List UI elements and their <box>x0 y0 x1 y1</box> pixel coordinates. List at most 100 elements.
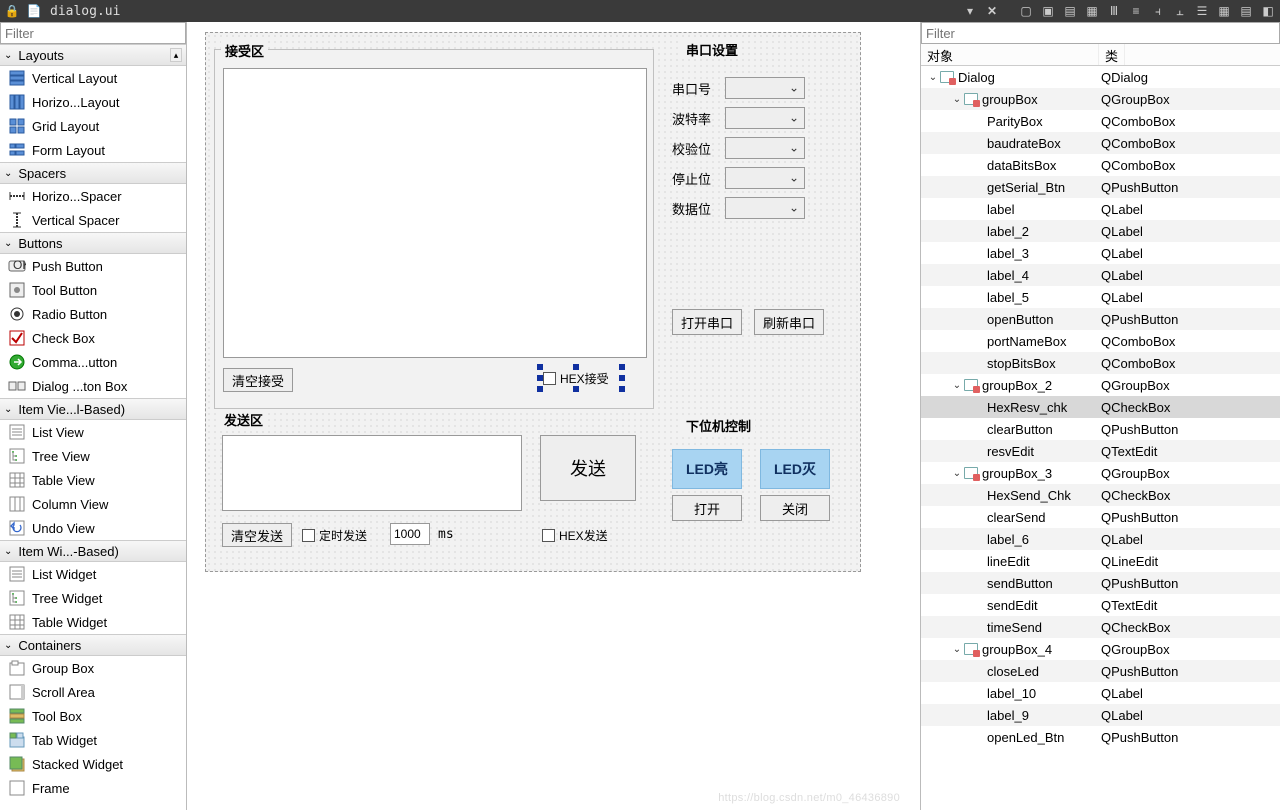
widget-section-header[interactable]: ⌄Item Wi...-Based) <box>0 540 186 562</box>
widget-section-header[interactable]: ⌄Item Vie...l-Based) <box>0 398 186 420</box>
clear-receive-button[interactable]: 清空接受 <box>223 368 293 392</box>
widget-item-label: Tree View <box>32 449 90 464</box>
receive-textedit[interactable] <box>223 68 647 358</box>
hlayout-icon <box>8 93 26 111</box>
widget-item[interactable]: List View <box>0 420 186 444</box>
widget-item[interactable]: Group Box <box>0 656 186 680</box>
baud-combobox[interactable] <box>725 107 805 129</box>
widget-item[interactable]: Check Box <box>0 326 186 350</box>
widget-item[interactable]: Tab Widget <box>0 728 186 752</box>
close-tool-icon[interactable]: ✕ <box>984 3 1000 19</box>
class-name: QComboBox <box>1099 334 1280 349</box>
widget-section-header[interactable]: ⌄Spacers <box>0 162 186 184</box>
stop-combobox[interactable] <box>725 167 805 189</box>
timer-send-checkbox[interactable]: 定时发送 <box>302 527 367 544</box>
stop-label: 停止位 <box>672 169 711 188</box>
send-textedit[interactable] <box>222 435 522 511</box>
hex-receive-checkbox[interactable]: HEX接受 <box>543 370 609 387</box>
widget-item[interactable]: Table View <box>0 468 186 492</box>
widget-item[interactable]: Radio Button <box>0 302 186 326</box>
class-name: QPushButton <box>1099 422 1280 437</box>
scroll-up-icon[interactable]: ▴ <box>170 48 182 62</box>
widgetbox-filter-input[interactable] <box>0 22 186 44</box>
widget-item[interactable]: Dialog ...ton Box <box>0 374 186 398</box>
class-name: QComboBox <box>1099 136 1280 151</box>
tool-icon[interactable]: ⫠ <box>1172 3 1188 19</box>
widget-item[interactable]: Tree View <box>0 444 186 468</box>
send-button[interactable]: 发送 <box>540 435 636 501</box>
groupbox-receive[interactable]: 接受区 清空接受 HEX接受 <box>214 49 654 409</box>
class-name: QLabel <box>1099 708 1280 723</box>
widget-item[interactable]: Stacked Widget <box>0 752 186 776</box>
data-combobox[interactable] <box>725 197 805 219</box>
class-name: QTextEdit <box>1099 444 1280 459</box>
widget-item[interactable]: Frame <box>0 776 186 800</box>
check-icon <box>8 329 26 347</box>
open-led-button[interactable]: 打开 <box>672 495 742 521</box>
tool-icon[interactable]: ▢ <box>1018 3 1034 19</box>
grid-icon <box>8 117 26 135</box>
class-name: QDialog <box>1099 70 1280 85</box>
tool-icon[interactable]: ⫞ <box>1150 3 1166 19</box>
timer-ms-input[interactable]: 1000 <box>390 523 430 545</box>
widget-item-label: Frame <box>32 781 70 796</box>
widget-item[interactable]: Vertical Spacer <box>0 208 186 232</box>
class-name: QCheckBox <box>1099 400 1280 415</box>
widget-icon <box>963 642 979 656</box>
widget-item[interactable]: Horizo...Spacer <box>0 184 186 208</box>
widget-item[interactable]: Vertical Layout <box>0 66 186 90</box>
widget-item-label: List View <box>32 425 84 440</box>
refresh-serial-button[interactable]: 刷新串口 <box>754 309 824 335</box>
class-name: QPushButton <box>1099 730 1280 745</box>
tool-icon[interactable]: Ⅲ <box>1106 3 1122 19</box>
tool-icon[interactable]: ▤ <box>1238 3 1254 19</box>
widget-item[interactable]: Scroll Area <box>0 680 186 704</box>
widget-item[interactable]: Table Widget <box>0 610 186 634</box>
widget-item-label: Radio Button <box>32 307 107 322</box>
form-designer-canvas[interactable]: 接受区 清空接受 HEX接受 <box>187 22 920 810</box>
class-name: QGroupBox <box>1099 466 1280 481</box>
hex-send-checkbox[interactable]: HEX发送 <box>542 527 608 544</box>
tool-icon[interactable]: ☰ <box>1194 3 1210 19</box>
widget-item[interactable]: Form Layout <box>0 138 186 162</box>
tool-icon[interactable]: ▤ <box>1062 3 1078 19</box>
widget-item[interactable]: List Widget <box>0 562 186 586</box>
groupbox-serial[interactable]: 串口设置 串口号 波特率 校验位 <box>668 49 846 357</box>
data-label: 数据位 <box>672 199 711 218</box>
tool-icon[interactable]: ◧ <box>1260 3 1276 19</box>
parity-combobox[interactable] <box>725 137 805 159</box>
tool-icon[interactable]: ▣ <box>1040 3 1056 19</box>
undov-icon <box>8 519 26 537</box>
dialog-form[interactable]: 接受区 清空接受 HEX接受 <box>205 32 861 572</box>
widget-item[interactable]: Undo View <box>0 516 186 540</box>
widget-section-header[interactable]: ⌄Layouts▴ <box>0 44 186 66</box>
widget-item[interactable]: Horizo...Layout <box>0 90 186 114</box>
chevron-down-icon: ⌄ <box>4 404 12 415</box>
pushbtn-icon: OK <box>8 257 26 275</box>
widget-section-header[interactable]: ⌄Buttons <box>0 232 186 254</box>
class-name: QLabel <box>1099 290 1280 305</box>
widget-section-header[interactable]: ⌄Containers <box>0 634 186 656</box>
colv-icon <box>8 495 26 513</box>
widget-item[interactable]: Tool Button <box>0 278 186 302</box>
widget-item[interactable]: Tree Widget <box>0 586 186 610</box>
chevron-down-icon: ⌄ <box>4 546 12 557</box>
widget-item[interactable]: Grid Layout <box>0 114 186 138</box>
tool-icon[interactable]: ▦ <box>1216 3 1232 19</box>
close-led-button[interactable]: 关闭 <box>760 495 830 521</box>
widget-item[interactable]: Comma...utton <box>0 350 186 374</box>
groupbox-lower[interactable]: 下位机控制 LED亮 LED灭 打开 关闭 <box>668 425 846 555</box>
widget-item-label: Undo View <box>32 521 95 536</box>
cmdlink-icon <box>8 353 26 371</box>
groupbox-send[interactable]: 发送区 发送 清空发送 定时发送 1000 ms HEX发送 <box>214 419 654 559</box>
tool-icon[interactable]: ≡ <box>1128 3 1144 19</box>
dropdown-icon[interactable]: ▾ <box>962 3 978 19</box>
hex-receive-label: HEX接受 <box>560 370 609 387</box>
widget-item[interactable]: Tool Box <box>0 704 186 728</box>
open-serial-button[interactable]: 打开串口 <box>672 309 742 335</box>
port-combobox[interactable] <box>725 77 805 99</box>
widget-item[interactable]: Column View <box>0 492 186 516</box>
clear-send-button[interactable]: 清空发送 <box>222 523 292 547</box>
tool-icon[interactable]: ▦ <box>1084 3 1100 19</box>
widget-item[interactable]: OKPush Button <box>0 254 186 278</box>
